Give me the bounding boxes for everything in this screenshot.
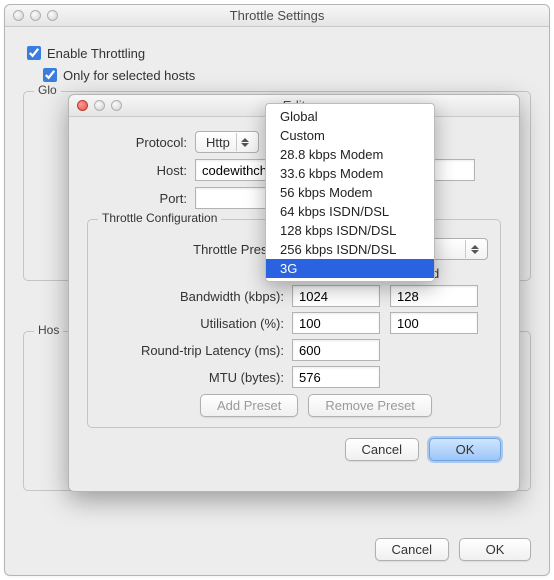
enable-throttling-row: Enable Throttling (23, 43, 531, 63)
close-icon[interactable] (77, 100, 88, 111)
protocol-value: Http (206, 135, 230, 150)
preset-menu-item[interactable]: Custom (266, 126, 434, 145)
bandwidth-download-input[interactable] (292, 285, 380, 307)
utilisation-download-input[interactable] (292, 312, 380, 334)
preset-dropdown-menu: GlobalCustom28.8 kbps Modem33.6 kbps Mod… (265, 103, 435, 282)
throttle-config-label: Throttle Configuration (98, 211, 221, 225)
utilisation-upload-input[interactable] (390, 312, 478, 334)
preset-menu-item[interactable]: 28.8 kbps Modem (266, 145, 434, 164)
only-selected-checkbox[interactable] (43, 68, 57, 82)
enable-throttling-checkbox[interactable] (27, 46, 41, 60)
enable-throttling-label: Enable Throttling (47, 46, 145, 61)
host-label: Host: (87, 163, 195, 178)
remove-preset-button[interactable]: Remove Preset (308, 394, 432, 417)
chevron-updown-icon (236, 133, 254, 151)
dialog-footer: Cancel OK (87, 438, 501, 461)
minimize-icon[interactable] (30, 10, 41, 21)
preset-menu-item[interactable]: 128 kbps ISDN/DSL (266, 221, 434, 240)
latency-label: Round-trip Latency (ms): (100, 343, 292, 358)
preset-menu-item[interactable]: Global (266, 107, 434, 126)
preset-menu-item[interactable]: 33.6 kbps Modem (266, 164, 434, 183)
preset-menu-item[interactable]: 256 kbps ISDN/DSL (266, 240, 434, 259)
preset-menu-item[interactable]: 3G (266, 259, 434, 278)
dialog-cancel-button[interactable]: Cancel (345, 438, 419, 461)
main-footer-buttons: Cancel OK (375, 538, 531, 561)
hosts-group-label: Hos (34, 323, 63, 337)
mtu-label: MTU (bytes): (100, 370, 292, 385)
main-titlebar: Throttle Settings (5, 5, 549, 27)
only-selected-label: Only for selected hosts (63, 68, 195, 83)
mtu-input[interactable] (292, 366, 380, 388)
bandwidth-label: Bandwidth (kbps): (100, 289, 292, 304)
utilisation-row: Utilisation (%): (100, 312, 488, 334)
bandwidth-upload-input[interactable] (390, 285, 478, 307)
preset-label: Throttle Preset: (100, 242, 290, 257)
main-title: Throttle Settings (5, 8, 549, 23)
preset-menu-item[interactable]: 56 kbps Modem (266, 183, 434, 202)
chevron-updown-icon (465, 240, 483, 258)
bandwidth-row: Bandwidth (kbps): (100, 285, 488, 307)
latency-input[interactable] (292, 339, 380, 361)
preset-menu-item[interactable]: 64 kbps ISDN/DSL (266, 202, 434, 221)
global-group-label: Glo (34, 83, 61, 97)
main-ok-button[interactable]: OK (459, 538, 531, 561)
dialog-ok-button[interactable]: OK (429, 438, 501, 461)
dialog-traffic-lights (77, 100, 122, 111)
latency-row: Round-trip Latency (ms): (100, 339, 488, 361)
close-icon[interactable] (13, 10, 24, 21)
port-label: Port: (87, 191, 195, 206)
minimize-icon (94, 100, 105, 111)
utilisation-label: Utilisation (%): (100, 316, 292, 331)
protocol-label: Protocol: (87, 135, 195, 150)
zoom-icon[interactable] (47, 10, 58, 21)
zoom-icon (111, 100, 122, 111)
add-preset-button[interactable]: Add Preset (200, 394, 298, 417)
mtu-row: MTU (bytes): (100, 366, 488, 388)
preset-buttons: Add Preset Remove Preset (200, 394, 488, 417)
main-traffic-lights (13, 10, 58, 21)
only-selected-row: Only for selected hosts (39, 65, 531, 85)
main-cancel-button[interactable]: Cancel (375, 538, 449, 561)
protocol-select[interactable]: Http (195, 131, 259, 153)
